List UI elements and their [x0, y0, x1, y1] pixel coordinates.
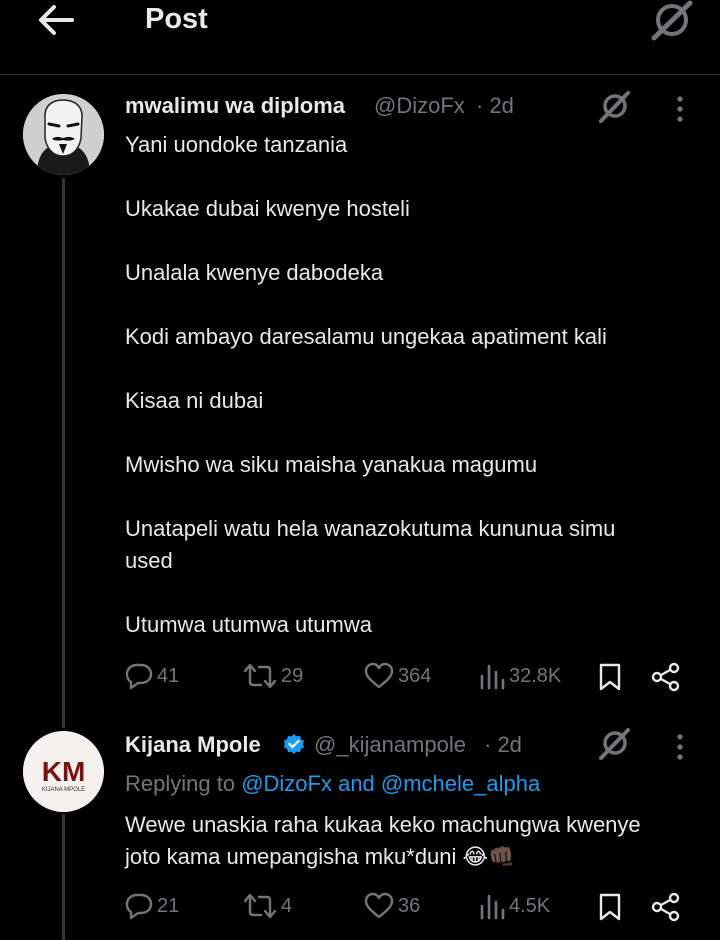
more-icon[interactable] — [676, 95, 684, 125]
reply-button[interactable]: 21 — [125, 892, 179, 920]
avatar-logo-subtext: KIJANA MPOLE — [42, 787, 85, 793]
author-handle[interactable]: @DizoFx — [374, 93, 465, 119]
reply-count: 21 — [157, 894, 180, 917]
like-button[interactable]: 364 — [364, 662, 431, 690]
post-text-line: Ukakae dubai kwenye hosteli — [125, 196, 410, 221]
author-handle[interactable]: @_kijanampole — [314, 732, 466, 758]
thread-line — [62, 178, 65, 724]
grok-icon[interactable] — [597, 727, 631, 761]
share-icon[interactable] — [651, 662, 681, 697]
author-name[interactable]: Kijana Mpole — [125, 732, 261, 758]
like-icon — [364, 892, 394, 919]
post-time[interactable]: · 2d — [476, 93, 514, 119]
repost-button[interactable]: 29 — [243, 662, 303, 690]
bookmark-icon[interactable] — [598, 662, 622, 697]
reply-count: 41 — [157, 664, 180, 687]
post-text-line: Yani uondoke tanzania — [125, 132, 348, 157]
post-text-line: Kodi ambayo daresalamu ungekaa apatiment… — [125, 324, 607, 349]
reply-text-line: Wewe unaskia raha kukaa keko machungwa k… — [125, 812, 641, 837]
author-name[interactable]: mwalimu wa diploma — [125, 93, 345, 119]
views-button[interactable]: 32.8K — [479, 662, 561, 690]
replying-to-prefix: Replying to — [125, 771, 242, 796]
reply-text-line: joto kama umepangisha mku*duni 😂👊🏿 — [125, 844, 516, 869]
replying-to: Replying to @DizoFx and @mchele_alpha — [125, 771, 540, 797]
more-icon[interactable] — [676, 733, 684, 763]
grok-icon[interactable] — [648, 0, 694, 42]
post-text-line: Utumwa utumwa utumwa — [125, 612, 372, 637]
repost-count: 4 — [281, 894, 293, 917]
reply-icon — [125, 663, 153, 690]
view-count: 32.8K — [509, 664, 562, 687]
views-icon — [480, 664, 505, 690]
bookmark-icon[interactable] — [598, 892, 622, 927]
post-text-line: used — [125, 548, 173, 573]
reply-button[interactable]: 41 — [125, 662, 179, 690]
post-time[interactable]: · 2d — [484, 732, 522, 758]
post-text-line: Unalala kwenye dabodeka — [125, 260, 384, 285]
repost-icon — [243, 663, 277, 689]
like-icon — [364, 662, 394, 689]
thread-line — [62, 700, 65, 728]
repost-button[interactable]: 4 — [243, 892, 292, 920]
repost-icon — [243, 893, 277, 919]
like-count: 364 — [398, 664, 432, 687]
replying-to-users-link[interactable]: @DizoFx and @mchele_alpha — [241, 771, 540, 796]
views-icon — [480, 894, 505, 920]
reply-icon — [125, 893, 153, 920]
like-button[interactable]: 36 — [364, 892, 420, 920]
thread-line — [62, 814, 65, 940]
grok-icon[interactable] — [597, 90, 631, 124]
repost-count: 29 — [281, 664, 304, 687]
views-button[interactable]: 4.5K — [479, 892, 550, 920]
like-count: 36 — [398, 894, 421, 917]
post-text-line: Mwisho wa siku maisha yanakua magumu — [125, 452, 538, 477]
share-icon[interactable] — [651, 892, 681, 927]
post-text-line: Kisaa ni dubai — [125, 388, 264, 413]
avatar[interactable]: KM KIJANA MPOLE — [23, 731, 104, 812]
avatar-logo-text: KM — [42, 756, 86, 787]
verified-icon — [282, 733, 306, 762]
post-text-line: Unatapeli watu hela wanazokutuma kununua… — [125, 516, 616, 541]
view-count: 4.5K — [509, 894, 551, 917]
avatar[interactable] — [23, 94, 104, 175]
page-title: Post — [145, 3, 208, 35]
top-bar: Post — [0, 0, 720, 75]
back-arrow-icon[interactable] — [36, 2, 76, 38]
